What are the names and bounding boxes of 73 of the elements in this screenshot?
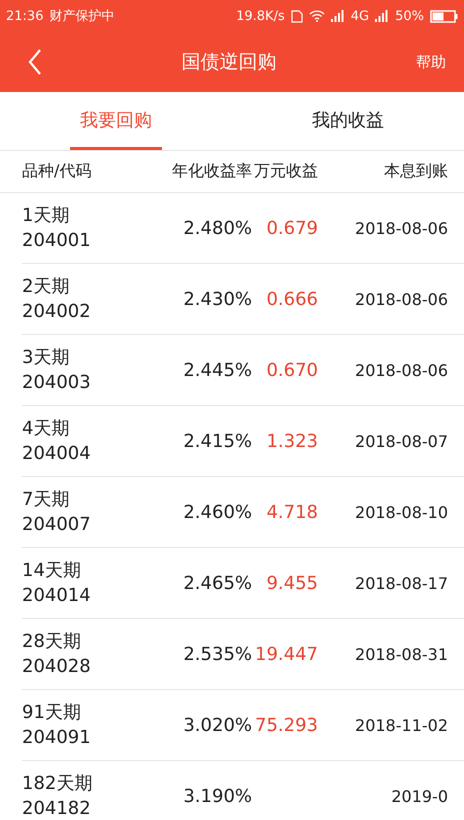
column-header: 年化收益率 xyxy=(171,161,252,182)
back-icon xyxy=(28,49,42,75)
annual-rate: 2.465% xyxy=(182,572,252,594)
maturity-date: 2018-08-17 xyxy=(354,574,448,592)
term-code: 204002 xyxy=(22,300,92,324)
earning-value: 0.679 xyxy=(265,218,318,238)
earning-value: 9.455 xyxy=(265,572,318,594)
term-code: 204182 xyxy=(22,797,92,820)
wifi-icon xyxy=(308,10,325,22)
annual-rate: 2.415% xyxy=(182,430,252,452)
annual-rate: 2.480% xyxy=(182,218,252,238)
table-row[interactable]: 4天期 204004 2.415% 1.323 2018-08-07 xyxy=(22,406,464,477)
sim-card-icon xyxy=(290,10,303,22)
table-row[interactable]: 14天期 204014 2.465% 9.455 2018-08-17 xyxy=(22,548,464,619)
table-row[interactable]: 28天期 204028 2.535% 19.447 2018-08-31 xyxy=(22,619,464,690)
annual-rate: 2.430% xyxy=(182,288,252,310)
earning-value: 4.718 xyxy=(265,502,318,522)
term-name: 28天期 xyxy=(22,630,82,654)
earning-value: 0.666 xyxy=(265,288,318,310)
table-row[interactable]: 182天期 204182 3.190% 2019-0 xyxy=(22,761,464,820)
earning-value: 1.323 xyxy=(265,430,318,452)
network-speed: 19.8K/s xyxy=(236,8,285,24)
table-row[interactable]: 3天期 204003 2.445% 0.670 2018-08-06 xyxy=(22,335,464,406)
maturity-date: 2018-11-02 xyxy=(354,716,448,734)
term-code: 204091 xyxy=(22,726,92,750)
maturity-date: 2018-08-07 xyxy=(354,432,448,450)
term-code: 204004 xyxy=(22,442,92,466)
battery-percent: 50% xyxy=(395,8,424,24)
term-name: 1天期 xyxy=(22,204,70,228)
maturity-date: 2019-0 xyxy=(390,786,448,806)
help-button[interactable]: 帮助 xyxy=(416,52,446,72)
back-button[interactable] xyxy=(28,49,42,75)
status-notice: 财产保护中 xyxy=(49,8,114,25)
table-row[interactable]: 2天期 204002 2.430% 0.666 2018-08-06 xyxy=(22,264,464,335)
term-code: 204001 xyxy=(22,229,92,253)
earning-value: 19.447 xyxy=(254,644,318,664)
term-code: 204007 xyxy=(22,513,92,537)
annual-rate: 3.020% xyxy=(182,714,252,736)
term-name: 2天期 xyxy=(22,275,70,299)
page-title: 国债逆回购 xyxy=(180,50,278,75)
term-code: 204003 xyxy=(22,371,92,395)
table-row[interactable]: 7天期 204007 2.460% 4.718 2018-08-10 xyxy=(22,477,464,548)
term-name: 14天期 xyxy=(22,559,82,583)
term-name: 182天期 xyxy=(22,772,94,796)
table-row[interactable]: 91天期 204091 3.020% 75.293 2018-11-02 xyxy=(22,690,464,761)
earning-value: 75.293 xyxy=(254,714,318,736)
signal-icon xyxy=(375,10,390,22)
term-code: 204028 xyxy=(22,655,92,679)
term-code: 204014 xyxy=(22,584,92,608)
maturity-date: 2018-08-06 xyxy=(354,218,448,238)
column-header: 本息到账 xyxy=(383,161,448,182)
tab[interactable]: 我的收益 xyxy=(302,92,394,150)
annual-rate: 2.535% xyxy=(182,644,252,664)
maturity-date: 2018-08-06 xyxy=(354,290,448,308)
term-name: 91天期 xyxy=(22,701,82,725)
term-name: 7天期 xyxy=(22,488,70,512)
status-time: 21:36 xyxy=(6,8,44,24)
maturity-date: 2018-08-31 xyxy=(354,644,448,664)
maturity-date: 2018-08-06 xyxy=(354,360,448,380)
tab[interactable]: 我要回购 xyxy=(70,92,162,150)
maturity-date: 2018-08-10 xyxy=(354,502,448,522)
table-row[interactable]: 1天期 204001 2.480% 0.679 2018-08-06 xyxy=(22,193,464,264)
column-header: 万元收益 xyxy=(253,161,318,182)
signal-icon xyxy=(330,10,345,22)
battery-icon xyxy=(430,10,458,22)
annual-rate: 2.445% xyxy=(182,360,252,380)
earning-value: 0.670 xyxy=(265,360,318,380)
column-header: 品种/代码 xyxy=(22,161,92,182)
annual-rate: 3.190% xyxy=(182,786,252,806)
term-name: 4天期 xyxy=(22,417,70,441)
term-name: 3天期 xyxy=(22,346,70,370)
annual-rate: 2.460% xyxy=(182,502,252,522)
network-type: 4G xyxy=(350,8,370,24)
